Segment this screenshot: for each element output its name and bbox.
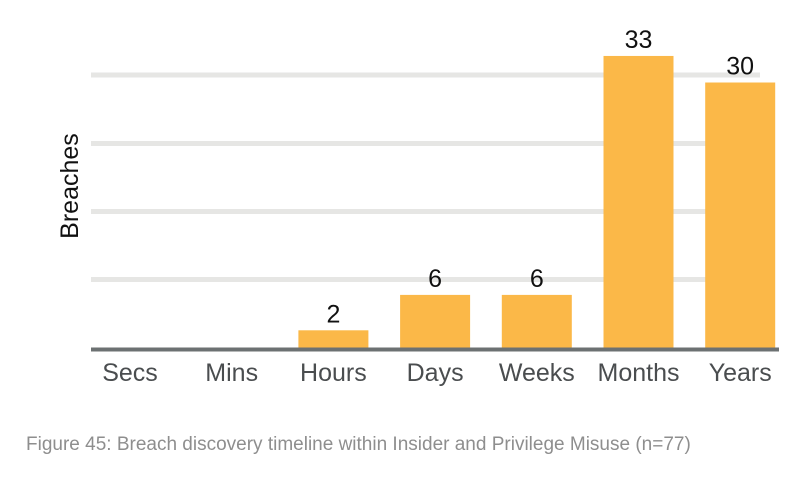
x-tick-years: Years	[709, 359, 772, 387]
data-label-weeks: 6	[530, 265, 544, 293]
data-label-years: 30	[726, 53, 754, 81]
bar-months	[603, 55, 674, 348]
data-labels: 2 6 6 33 30	[326, 26, 754, 328]
figure-caption: Figure 45: Breach discovery timeline wit…	[26, 434, 691, 455]
x-tick-weeks: Weeks	[499, 359, 575, 387]
x-tick-hours: Hours	[300, 359, 367, 387]
bar-days	[400, 294, 471, 348]
bar-hours	[298, 330, 369, 348]
x-tick-secs: Secs	[102, 359, 158, 387]
y-axis-label: Breaches	[56, 133, 84, 239]
data-label-hours: 2	[326, 300, 340, 328]
bar-chart: 2 6 6 33 30 Secs Mins Hours Days Weeks Months Year…	[56, 26, 779, 387]
x-tick-days: Days	[407, 359, 464, 387]
x-tick-labels: Secs Mins Hours Days Weeks Months Years	[102, 359, 772, 387]
data-label-months: 33	[625, 26, 653, 54]
x-tick-months: Months	[598, 359, 680, 387]
bar-years	[705, 82, 776, 348]
bars	[298, 55, 776, 348]
x-tick-mins: Mins	[205, 359, 258, 387]
bar-weeks	[501, 294, 572, 348]
data-label-days: 6	[428, 265, 442, 293]
